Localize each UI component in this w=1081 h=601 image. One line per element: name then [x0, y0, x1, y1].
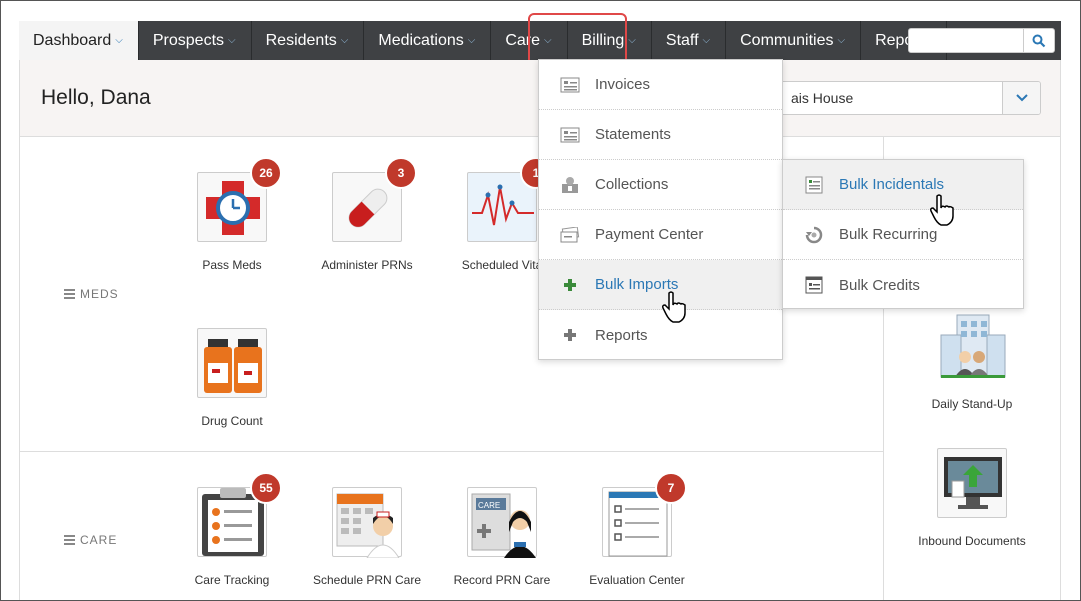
incidentals-icon — [803, 176, 825, 194]
community-select[interactable]: ais House — [780, 81, 1041, 115]
submenu-item-bulk-incidentals-label: Bulk Incidentals — [839, 176, 945, 193]
menu-item-invoices-label: Invoices — [595, 76, 651, 93]
nav-prospects[interactable]: Prospects ⌵ — [139, 21, 252, 60]
section-label-care[interactable]: CARE — [64, 533, 117, 547]
pill-bottles-icon — [197, 328, 267, 398]
pass-meds-icon: 26 — [197, 157, 282, 242]
clipboard-checklist-icon: 55 — [197, 472, 282, 557]
nav-medications[interactable]: Medications ⌵ — [364, 21, 492, 60]
tile-drug-count[interactable]: Drug Count — [167, 328, 297, 430]
tile-evaluation-center[interactable]: 7 Evaluation Center — [572, 472, 702, 589]
tile-daily-standup-label: Daily Stand-Up — [931, 397, 1013, 411]
submenu-item-bulk-credits[interactable]: Bulk Credits — [783, 260, 1023, 310]
nav-communities[interactable]: Communities ⌵ — [726, 21, 862, 60]
plus-icon — [559, 276, 581, 294]
section-label-care-text: CARE — [80, 533, 118, 547]
pass-meds-badge: 26 — [250, 157, 282, 189]
section-label-meds[interactable]: MEDS — [64, 287, 119, 301]
tile-drug-count-label: Drug Count — [201, 414, 263, 428]
tile-evaluation-center-label: Evaluation Center — [589, 573, 685, 587]
collections-icon — [559, 176, 581, 194]
menu-item-statements[interactable]: Statements — [539, 110, 782, 160]
care-tracking-badge: 55 — [250, 472, 282, 504]
greeting-text: Hello, Dana — [41, 86, 151, 109]
search-icon — [1032, 34, 1046, 47]
chevron-down-icon: ⌵ — [467, 35, 476, 46]
section-divider — [19, 451, 884, 452]
tile-record-prn-care[interactable]: CARE Record PRN Care — [437, 487, 567, 589]
submenu-item-bulk-incidentals[interactable]: Bulk Incidentals — [783, 160, 1023, 210]
chevron-down-icon: ⌵ — [628, 35, 636, 46]
tile-pass-meds-label: Pass Meds — [202, 258, 262, 272]
menu-item-reports-label: Reports — [595, 326, 648, 344]
pill-capsule-icon: 3 — [332, 157, 417, 242]
staff-building-icon — [937, 311, 1007, 381]
tile-administer-prns-label: Administer PRNs — [321, 258, 413, 272]
menu-item-collections[interactable]: Collections — [539, 160, 782, 210]
chevron-down-icon: ⌵ — [228, 35, 236, 46]
menu-item-payment-center[interactable]: Payment Center — [539, 210, 782, 260]
chevron-down-icon: ⌵ — [702, 35, 711, 46]
submenu-item-bulk-recurring[interactable]: Bulk Recurring — [783, 210, 1023, 260]
recurring-icon — [803, 226, 825, 244]
submenu-item-bulk-credits-label: Bulk Credits — [839, 276, 920, 294]
bulk-imports-submenu: Bulk Incidentals Bulk Recurring Bulk Cre… — [782, 159, 1024, 309]
tile-care-tracking[interactable]: 55 Care Tracking — [167, 472, 297, 589]
chevron-down-icon — [1015, 94, 1028, 102]
tile-inbound-documents-label: Inbound Documents — [918, 534, 1026, 548]
tile-pass-meds[interactable]: 26 Pass Meds — [167, 157, 297, 274]
app-frame: Dashboard ⌵ Prospects ⌵ Residents ⌵ Medicat… — [0, 0, 1081, 601]
nav-staff[interactable]: Staff ⌵ — [652, 21, 727, 60]
submenu-item-bulk-recurring-label: Bulk Recurring — [839, 226, 938, 243]
chevron-down-icon: ⌵ — [837, 35, 846, 46]
svg-text:CARE: CARE — [478, 501, 500, 510]
tile-care-tracking-label: Care Tracking — [194, 573, 270, 587]
administer-prns-badge: 3 — [385, 157, 417, 189]
invoice-icon — [559, 76, 581, 94]
menu-item-invoices[interactable]: Invoices — [539, 60, 782, 110]
statement-icon — [559, 126, 581, 144]
menu-item-collections-label: Collections — [595, 176, 669, 193]
tile-inbound-documents[interactable]: Inbound Documents — [907, 448, 1037, 550]
nav-dashboard[interactable]: Dashboard ⌵ — [19, 21, 139, 60]
search-button[interactable] — [1023, 28, 1055, 53]
tile-schedule-prn-care-label: Schedule PRN Care — [312, 573, 422, 587]
tile-record-prn-care-label: Record PRN Care — [453, 573, 551, 587]
section-label-meds-text: MEDS — [80, 287, 119, 301]
evaluation-form-icon: 7 — [602, 472, 687, 557]
tile-daily-standup[interactable]: Daily Stand-Up — [907, 311, 1037, 413]
payment-icon — [559, 226, 581, 244]
menu-item-statements-label: Statements — [595, 126, 671, 143]
credits-icon — [803, 276, 825, 294]
community-select-value: ais House — [791, 90, 854, 106]
hamburger-icon — [64, 533, 75, 547]
tile-administer-prns[interactable]: 3 Administer PRNs — [302, 157, 432, 274]
search-input[interactable] — [908, 28, 1025, 53]
hand-cursor-icon — [662, 291, 686, 323]
chevron-down-icon: ⌵ — [115, 35, 123, 46]
plus-icon — [559, 326, 581, 344]
evaluation-center-badge: 7 — [655, 472, 687, 504]
nav-residents[interactable]: Residents ⌵ — [252, 21, 365, 60]
calendar-nurse-icon — [332, 487, 402, 559]
hand-cursor-icon — [930, 194, 954, 226]
community-select-caret[interactable] — [1002, 82, 1040, 114]
tile-schedule-prn-care[interactable]: Schedule PRN Care — [302, 487, 432, 589]
monitor-upload-icon — [937, 448, 1007, 518]
care-record-icon: CARE — [467, 487, 537, 558]
vitals-chart-icon: 1 — [467, 157, 552, 242]
menu-item-payment-center-label: Payment Center — [595, 226, 704, 243]
chevron-down-icon: ⌵ — [340, 35, 349, 46]
hamburger-icon — [64, 287, 75, 301]
